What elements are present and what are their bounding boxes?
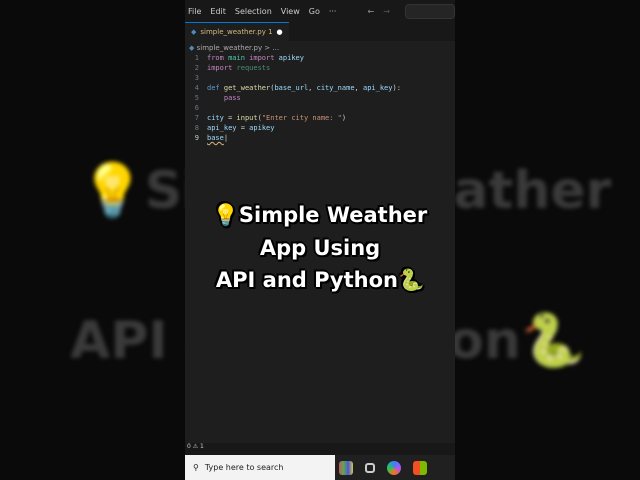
line-number: 8 [194, 124, 199, 132]
code-line[interactable]: 8 api_key = apikey [185, 123, 455, 133]
taskbar-search[interactable]: ⚲ Type here to search [185, 455, 335, 480]
menu-file[interactable]: File [188, 7, 201, 16]
code-line[interactable]: 2 import requests [185, 63, 455, 73]
line-number: 7 [194, 114, 199, 122]
tab-bar: ◆ simple_weather.py 1 ● [185, 22, 455, 41]
line-number: 4 [194, 84, 199, 92]
code-line[interactable]: 3 [185, 73, 455, 83]
code-line[interactable]: 1 from main import apikey [185, 53, 455, 63]
overlay-title-line1: 💡Simple Weather [212, 203, 428, 227]
forward-arrow-icon[interactable]: → [383, 7, 390, 16]
menu-go[interactable]: Go [309, 7, 320, 16]
code-line[interactable]: 4 def get_weather(base_url, city_name, ap… [185, 83, 455, 93]
task-view-icon[interactable] [365, 462, 375, 473]
menu-selection[interactable]: Selection [235, 7, 272, 16]
line-number: 5 [194, 94, 199, 102]
menu-view[interactable]: View [281, 7, 300, 16]
overlay-title-line3: API and Python🐍 [215, 268, 425, 292]
breadcrumb-text: simple_weather.py > ... [196, 44, 280, 52]
search-placeholder: Type here to search [204, 463, 284, 472]
back-arrow-icon[interactable]: ← [367, 7, 374, 16]
books-icon[interactable] [339, 460, 353, 475]
copilot-icon[interactable] [387, 460, 401, 475]
code-text: base| [207, 134, 229, 142]
modified-dot-icon[interactable]: ● [277, 28, 283, 36]
menu-edit[interactable]: Edit [210, 7, 226, 16]
code-text: api_key = apikey [207, 124, 275, 132]
taskbar: ⚲ Type here to search [185, 455, 455, 480]
code-line[interactable]: 5 pass [185, 93, 455, 103]
code-text: def get_weather(base_url, city_name, api… [207, 84, 401, 92]
menu-more[interactable]: ··· [329, 7, 337, 16]
command-center-search[interactable] [404, 3, 455, 19]
store-icon[interactable] [413, 460, 427, 475]
code-line[interactable]: 6 [185, 103, 455, 113]
breadcrumb[interactable]: ◆ simple_weather.py > ... [185, 41, 455, 53]
line-number: 2 [194, 64, 199, 72]
code-text: pass [223, 94, 241, 102]
overlay-title-line2: App Using [259, 236, 381, 260]
code-text: city = input("Enter city name: ") [207, 114, 347, 122]
code-line[interactable]: 7 city = input("Enter city name: ") [185, 113, 455, 123]
code-text: from main import apikey [207, 54, 304, 62]
tab-label: simple_weather.py 1 [200, 28, 273, 36]
code-editor[interactable]: 1 from main import apikey 2 import requests… [185, 53, 455, 143]
tab-simple-weather[interactable]: ◆ simple_weather.py 1 ● [185, 22, 289, 41]
menu-bar: File Edit Selection View Go ··· ← → [185, 0, 455, 22]
code-line[interactable]: 9 base| [185, 133, 455, 143]
python-file-icon: ◆ [189, 44, 195, 52]
line-number: 1 [194, 54, 199, 62]
line-number: 6 [194, 104, 199, 112]
line-number: 3 [194, 74, 199, 82]
code-text: import requests [207, 64, 271, 72]
status-bar[interactable]: 0 ⚠ 1 [185, 443, 455, 455]
python-file-icon: ◆ [191, 28, 197, 36]
search-icon: ⚲ [193, 463, 199, 472]
line-number: 9 [194, 134, 199, 142]
